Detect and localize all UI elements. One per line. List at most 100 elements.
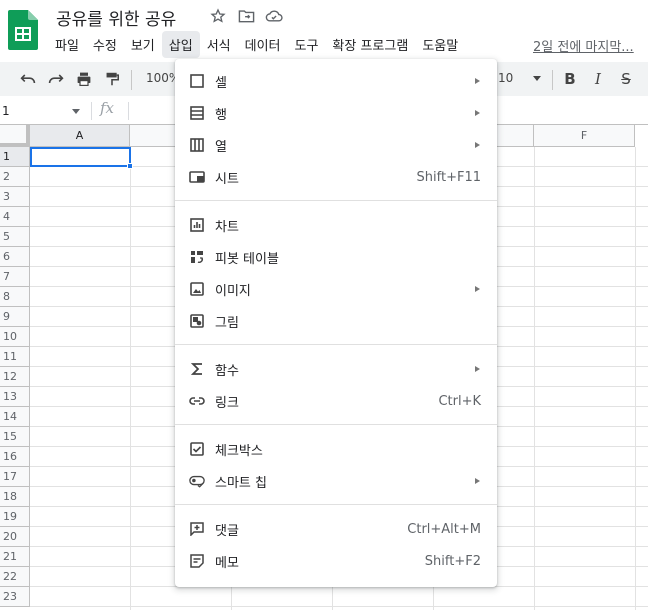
checkbox-icon (189, 441, 205, 457)
menu-item-label: 이미지 (215, 283, 251, 299)
row-header-5[interactable]: 5 (0, 227, 30, 247)
drawing-icon (189, 313, 205, 329)
row-header-6[interactable]: 6 (0, 247, 30, 267)
bold-icon[interactable]: B (560, 69, 580, 89)
row-header-8[interactable]: 8 (0, 287, 30, 307)
menu-edit[interactable]: 수정 (86, 31, 124, 58)
menu-item-comment-add[interactable]: 댓글 Ctrl+Alt+M (175, 513, 497, 545)
submenu-arrow-icon (475, 110, 480, 116)
menu-item-shortcut: Ctrl+K (438, 393, 481, 409)
menu-item-label: 그림 (215, 315, 239, 331)
submenu-arrow-icon (475, 366, 480, 372)
menu-file[interactable]: 파일 (48, 31, 86, 58)
font-size-dropdown-icon[interactable] (533, 76, 541, 81)
row-header-12[interactable]: 12 (0, 367, 30, 387)
submenu-arrow-icon (475, 286, 480, 292)
last-edit-link[interactable]: 2일 전에 마지막... (533, 36, 634, 55)
menu-separator (175, 344, 497, 345)
menu-item-row[interactable]: 행 (175, 97, 497, 129)
menu-item-label: 피봇 테이블 (215, 251, 279, 267)
menu-item-shortcut: Shift+F2 (424, 553, 481, 569)
menu-item-function-sigma[interactable]: 함수 (175, 353, 497, 385)
print-icon[interactable] (74, 69, 94, 89)
menu-item-column[interactable]: 열 (175, 129, 497, 161)
select-all-corner[interactable] (0, 125, 30, 147)
row-header-3[interactable]: 3 (0, 187, 30, 207)
row-header-9[interactable]: 9 (0, 307, 30, 327)
menu-item-label: 차트 (215, 219, 239, 235)
font-size-field[interactable]: 10 (498, 71, 513, 85)
chart-icon (189, 217, 205, 233)
cloud-status-icon[interactable] (265, 7, 283, 25)
row-header-11[interactable]: 11 (0, 347, 30, 367)
menu-item-label: 체크박스 (215, 443, 263, 459)
menu-item-image[interactable]: 이미지 (175, 273, 497, 305)
row-header-14[interactable]: 14 (0, 407, 30, 427)
menu-item-label: 셀 (215, 75, 227, 91)
menu-tools[interactable]: 도구 (288, 31, 326, 58)
redo-icon[interactable] (46, 69, 66, 89)
row-header-1[interactable]: 1 (0, 147, 30, 167)
link-icon (189, 393, 205, 409)
document-title[interactable]: 공유를 위한 공유 (56, 5, 176, 30)
menu-item-drawing[interactable]: 그림 (175, 305, 497, 337)
selected-cell[interactable] (30, 147, 131, 167)
sheets-logo-icon[interactable] (8, 10, 38, 50)
menu-help[interactable]: 도움말 (415, 31, 465, 58)
row-header-13[interactable]: 13 (0, 387, 30, 407)
comment-add-icon (189, 521, 205, 537)
menu-extensions[interactable]: 확장 프로그램 (325, 31, 415, 58)
row-header-22[interactable]: 22 (0, 567, 30, 587)
row-header-18[interactable]: 18 (0, 487, 30, 507)
menu-item-label: 링크 (215, 395, 239, 411)
row-header-10[interactable]: 10 (0, 327, 30, 347)
menu-data[interactable]: 데이터 (238, 31, 288, 58)
row-header-19[interactable]: 19 (0, 507, 30, 527)
function-sigma-icon (189, 361, 205, 377)
menubar: 파일 수정 보기 삽입 서식 데이터 도구 확장 프로그램 도움말 (48, 30, 465, 58)
image-icon (189, 281, 205, 297)
submenu-arrow-icon (475, 142, 480, 148)
row-header-15[interactable]: 15 (0, 427, 30, 447)
menu-item-smart-chip[interactable]: 스마트 칩 (175, 465, 497, 497)
menu-view[interactable]: 보기 (124, 31, 162, 58)
row-icon (189, 105, 205, 121)
sheet-icon (189, 169, 205, 185)
row-header-20[interactable]: 20 (0, 527, 30, 547)
menu-item-pivot-table[interactable]: 피봇 테이블 (175, 241, 497, 273)
column-header-a[interactable]: A (30, 125, 130, 147)
submenu-arrow-icon (475, 78, 480, 84)
menu-item-label: 스마트 칩 (215, 475, 267, 491)
column-header-f[interactable]: F (534, 125, 635, 147)
column-icon (189, 137, 205, 153)
menu-item-chart[interactable]: 차트 (175, 209, 497, 241)
menu-item-label: 열 (215, 139, 227, 155)
menu-item-link[interactable]: 링크 Ctrl+K (175, 385, 497, 417)
note-icon (189, 553, 205, 569)
row-header-23[interactable]: 23 (0, 587, 30, 607)
name-box-dropdown-icon[interactable] (72, 109, 80, 114)
row-header-7[interactable]: 7 (0, 267, 30, 287)
italic-icon[interactable]: I (588, 69, 608, 89)
row-header-21[interactable]: 21 (0, 547, 30, 567)
submenu-arrow-icon (475, 478, 480, 484)
strikethrough-icon[interactable]: S (616, 69, 636, 89)
move-folder-icon[interactable] (237, 7, 255, 25)
paint-format-icon[interactable] (102, 69, 122, 89)
menu-item-checkbox[interactable]: 체크박스 (175, 433, 497, 465)
menu-separator (175, 504, 497, 505)
fill-handle[interactable] (127, 163, 133, 169)
undo-icon[interactable] (18, 69, 38, 89)
menu-format[interactable]: 서식 (200, 31, 238, 58)
star-icon[interactable] (209, 7, 227, 25)
row-header-17[interactable]: 17 (0, 467, 30, 487)
row-header-4[interactable]: 4 (0, 207, 30, 227)
menu-item-note[interactable]: 메모 Shift+F2 (175, 545, 497, 577)
menu-item-cell[interactable]: 셀 (175, 65, 497, 97)
cell-icon (189, 73, 205, 89)
menu-insert[interactable]: 삽입 (161, 30, 200, 58)
row-header-16[interactable]: 16 (0, 447, 30, 467)
menu-item-label: 메모 (215, 555, 239, 571)
menu-item-sheet[interactable]: 시트 Shift+F11 (175, 161, 497, 193)
row-header-2[interactable]: 2 (0, 167, 30, 187)
